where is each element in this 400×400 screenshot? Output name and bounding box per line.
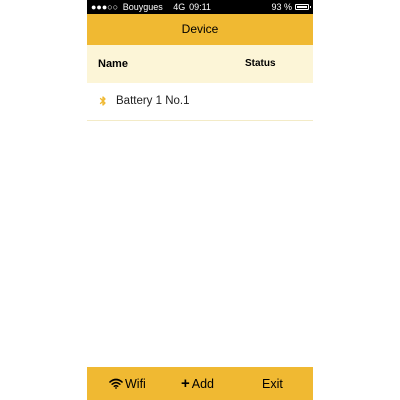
bottom-toolbar: Wifi + Add Exit xyxy=(87,367,313,400)
plus-icon: + xyxy=(181,375,190,392)
status-bar: ●●●○○ Bouygues 4G 09:11 93 % xyxy=(87,0,313,14)
add-button[interactable]: + Add xyxy=(181,367,214,400)
status-right: 93 % xyxy=(271,0,311,14)
nav-bar: Device xyxy=(87,14,313,45)
device-row[interactable]: Battery 1 No.1 xyxy=(87,83,313,121)
exit-button[interactable]: Exit xyxy=(262,367,283,400)
battery-percent: 93 % xyxy=(271,2,292,12)
column-header-status: Status xyxy=(245,58,276,69)
page-title: Device xyxy=(181,22,219,36)
add-label: Add xyxy=(191,376,215,391)
wifi-button[interactable]: Wifi xyxy=(109,367,146,400)
wifi-label: Wifi xyxy=(125,376,146,391)
app-screen: ●●●○○ Bouygues 4G 09:11 93 % Device Name… xyxy=(87,0,313,400)
battery-icon xyxy=(295,4,311,10)
exit-label: Exit xyxy=(262,376,283,391)
column-header-name: Name xyxy=(98,58,128,70)
device-name: Battery 1 No.1 xyxy=(116,95,190,107)
bluetooth-icon xyxy=(99,96,106,106)
wifi-icon xyxy=(109,378,123,389)
table-header: Name Status xyxy=(87,45,313,83)
